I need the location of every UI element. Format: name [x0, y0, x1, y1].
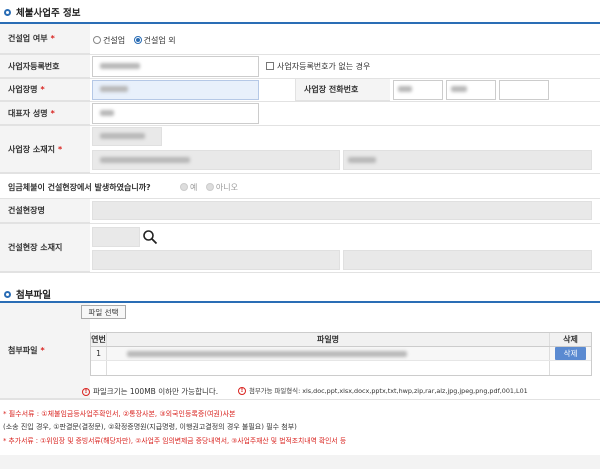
phone-input-3[interactable]: [499, 80, 549, 100]
redacted-text: [398, 86, 412, 92]
col-no-header: 연번: [91, 333, 107, 346]
footer-strip: [0, 455, 600, 469]
site-no-option[interactable]: 아니오: [205, 183, 238, 192]
site-yes-option[interactable]: 예: [180, 183, 197, 192]
section-title-attachments: 첨부파일: [4, 287, 51, 301]
row-divider: [0, 399, 600, 400]
file-select-button[interactable]: 파일 선택: [81, 305, 126, 319]
bizno-none-checkbox[interactable]: 사업자등록번호가 없는 경우: [266, 61, 370, 72]
search-icon[interactable]: [142, 229, 158, 245]
bizname-label: 사업장명 *: [0, 79, 90, 101]
redacted-text: [100, 157, 190, 163]
row-filename: [107, 347, 550, 360]
file-table-header: 연번 파일명 삭제: [91, 333, 591, 347]
col-del-header: 삭제: [563, 335, 578, 344]
section-title-employer: 체불사업주 정보: [4, 5, 81, 19]
radio-icon[interactable]: [93, 36, 101, 44]
row-divider: [0, 223, 600, 224]
delete-button[interactable]: 삭제: [554, 347, 587, 360]
site-addr-input-1: [92, 250, 340, 270]
radio-selected-icon[interactable]: [133, 36, 142, 44]
section-divider: [0, 301, 600, 303]
addr-label: 사업장 소재지 *: [0, 126, 90, 173]
site-addr-label: 건설현장 소재지: [0, 224, 90, 272]
radio-icon[interactable]: [205, 183, 214, 191]
row-divider: [0, 198, 600, 199]
table-row: 1 삭제: [91, 347, 591, 361]
redacted-text: [451, 86, 467, 92]
row-divider: [0, 54, 600, 55]
note-lawsuit: (소송 진입 경우, ①판결문(결정문), ②확정증명원(지급명령, 이행권고결…: [3, 423, 297, 431]
row-divider: [0, 101, 600, 102]
row-divider: [0, 173, 600, 174]
row-divider: [0, 272, 600, 273]
redacted-text: [100, 110, 114, 116]
alert-icon: !: [238, 386, 246, 395]
redacted-text: [100, 63, 140, 69]
redacted-text: [348, 157, 376, 163]
checkbox-icon[interactable]: [266, 62, 274, 70]
file-table: 연번 파일명 삭제 1 삭제: [90, 332, 592, 376]
site-addr-input-2: [343, 250, 592, 270]
site-name-label: 건설현장명: [0, 199, 90, 223]
construction-no-option[interactable]: 건설업 외: [133, 36, 176, 45]
construction-yes-option[interactable]: 건설업: [93, 36, 125, 45]
addr-input-2: [343, 150, 592, 170]
site-name-input: [92, 201, 592, 220]
site-question-radio-group: 예 아니오: [180, 182, 238, 193]
redacted-text: [100, 86, 128, 92]
bullet-icon: [4, 290, 11, 298]
note-required: * 필수서류 : ①체불임금등사업주확인서, ②통장사본, ③외국인등록증(여권…: [3, 410, 236, 418]
attach-label: 첨부파일 *: [0, 303, 90, 399]
rep-label: 대표자 성명 *: [0, 102, 90, 125]
info-filesize: ! 파일크기는 100MB 이하만 가능합니다.: [82, 386, 218, 397]
row-del-cell: 삭제: [550, 347, 591, 360]
alert-icon: !: [82, 387, 90, 396]
row-divider: [0, 125, 600, 126]
site-zipcode-input: [92, 227, 140, 247]
row-no: 1: [91, 347, 107, 360]
rep-input[interactable]: [92, 103, 259, 124]
table-row: [91, 361, 591, 375]
redacted-text: [100, 133, 145, 139]
phone-label: 사업장 전화번호: [295, 79, 390, 101]
col-name-header: 파일명: [107, 333, 550, 346]
info-filetypes: ! 첨부가능 파일형식: xls,doc,ppt,xlsx,docx,pptx,…: [238, 386, 528, 395]
site-question-label: 임금체불이 건설현장에서 발생하였습니까?: [8, 183, 151, 192]
radio-icon[interactable]: [180, 183, 188, 191]
bullet-icon: [4, 8, 11, 16]
construction-label: 건설업 여부 *: [0, 24, 90, 54]
note-additional: * 추가서류 : ①위임장 및 증빙서류(해당자만), ②사업주 임의변제금 증…: [3, 437, 347, 445]
construction-radio-group: 건설업 건설업 외: [93, 35, 176, 46]
redacted-text: [127, 351, 407, 357]
section-divider: [0, 22, 600, 24]
bizno-label: 사업자등록번호: [0, 55, 90, 78]
